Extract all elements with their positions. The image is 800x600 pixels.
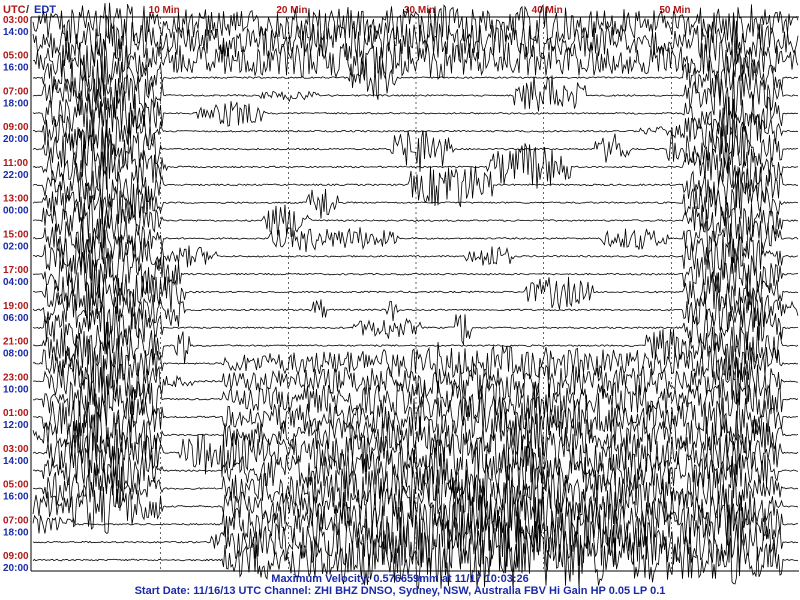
utc-row-label: 09:00 bbox=[3, 122, 29, 133]
local-row-label: 00:00 bbox=[3, 206, 29, 217]
local-row-label: 04:00 bbox=[3, 277, 29, 288]
utc-row-label: 01:00 bbox=[3, 408, 29, 419]
utc-row-label: 03:00 bbox=[3, 15, 29, 26]
utc-row-label: 05:00 bbox=[3, 51, 29, 62]
local-row-label: 02:00 bbox=[3, 241, 29, 252]
x-tick-label-40: 40 Min bbox=[532, 5, 563, 16]
utc-row-label: 07:00 bbox=[3, 86, 29, 97]
utc-row-label: 03:00 bbox=[3, 444, 29, 455]
utc-row-label: 05:00 bbox=[3, 480, 29, 491]
local-row-label: 22:00 bbox=[3, 170, 29, 181]
local-row-label: 06:00 bbox=[3, 313, 29, 324]
start-date-text: Start Date: 11/16/13 UTC Channel: ZHI BH… bbox=[134, 585, 666, 597]
local-row-label: 12:00 bbox=[3, 420, 29, 431]
utc-row-label: 13:00 bbox=[3, 194, 29, 205]
max-velocity-text: Maximum Velocity: 0.576659mm at 11/17 10… bbox=[271, 573, 529, 585]
utc-row-label: 19:00 bbox=[3, 301, 29, 312]
local-row-label: 16:00 bbox=[3, 492, 29, 503]
local-row-label: 14:00 bbox=[3, 27, 29, 38]
x-tick-label-20: 20 Min bbox=[276, 5, 307, 16]
utc-row-label: 21:00 bbox=[3, 337, 29, 348]
local-row-label: 18:00 bbox=[3, 98, 29, 109]
local-row-label: 20:00 bbox=[3, 134, 29, 145]
local-row-label: 16:00 bbox=[3, 63, 29, 74]
utc-row-label: 15:00 bbox=[3, 229, 29, 240]
local-row-label: 18:00 bbox=[3, 527, 29, 538]
utc-row-label: 09:00 bbox=[3, 551, 29, 562]
helicorder-chart: UTC / EDT 10 Min 20 Min 30 Min 40 Min 50 Min… bbox=[0, 0, 800, 600]
utc-row-label: 17:00 bbox=[3, 265, 29, 276]
local-row-label: 10:00 bbox=[3, 384, 29, 395]
local-row-label: 14:00 bbox=[3, 456, 29, 467]
local-header-label: EDT bbox=[34, 4, 56, 16]
utc-row-label: 11:00 bbox=[3, 158, 28, 169]
local-row-label: 08:00 bbox=[3, 349, 29, 360]
utc-row-label: 23:00 bbox=[3, 372, 29, 383]
utc-row-label: 07:00 bbox=[3, 515, 29, 526]
